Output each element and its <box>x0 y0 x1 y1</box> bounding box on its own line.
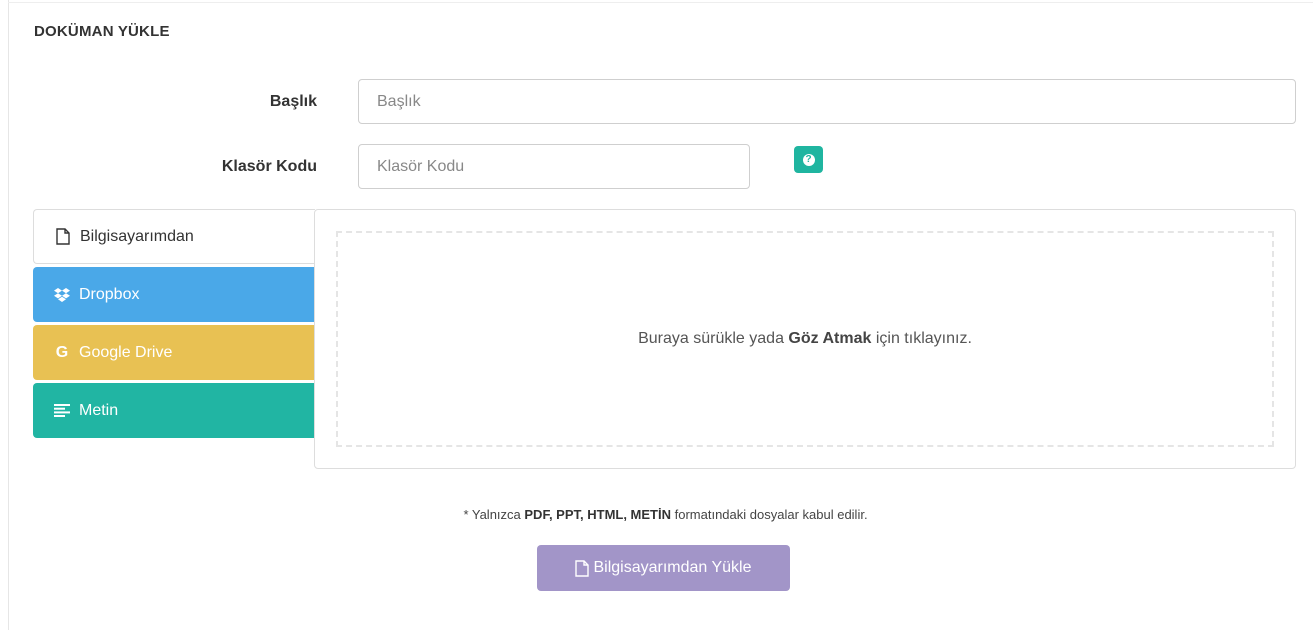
tab-google-drive[interactable]: G Google Drive <box>33 325 315 380</box>
tab-text-label: Metin <box>79 401 119 419</box>
question-circle-icon: ? <box>802 153 815 166</box>
tab-dropbox-label: Dropbox <box>79 285 140 303</box>
tab-computer[interactable]: Bilgisayarımdan <box>33 209 315 264</box>
tab-computer-label: Bilgisayarımdan <box>80 227 194 245</box>
upload-from-computer-button[interactable]: Bilgisayarımdan Yükle <box>537 545 790 591</box>
page-left-border <box>8 0 9 630</box>
tab-text[interactable]: Metin <box>33 383 315 438</box>
folder-code-input[interactable] <box>358 144 750 189</box>
page-title: DOKÜMAN YÜKLE <box>34 23 170 40</box>
title-label: Başlık <box>269 93 317 110</box>
folder-code-help-button[interactable]: ? <box>794 146 823 173</box>
file-icon <box>575 559 590 577</box>
title-input[interactable] <box>358 79 1296 124</box>
upload-panel: Buraya sürükle yada Göz Atmak için tıkla… <box>314 209 1296 469</box>
folder-code-label: Klasör Kodu <box>221 158 317 175</box>
file-drop-zone[interactable]: Buraya sürükle yada Göz Atmak için tıkla… <box>336 231 1274 447</box>
google-icon: G <box>55 343 69 361</box>
tab-dropbox[interactable]: Dropbox <box>33 267 315 322</box>
tab-google-drive-label: Google Drive <box>79 343 173 361</box>
file-icon <box>54 228 72 246</box>
upload-source-tabs: Bilgisayarımdan Dropbox G Google Drive M… <box>33 209 315 441</box>
page-top-border <box>8 2 1313 3</box>
browse-link[interactable]: Göz Atmak <box>788 330 871 347</box>
text-align-icon <box>53 402 71 420</box>
allowed-formats-note: * Yalnızca PDF, PPT, HTML, METİN formatı… <box>463 507 868 522</box>
drop-zone-text: Buraya sürükle yada Göz Atmak için tıkla… <box>638 330 972 347</box>
upload-button-label: Bilgisayarımdan Yükle <box>593 559 752 576</box>
dropbox-icon <box>53 286 71 304</box>
